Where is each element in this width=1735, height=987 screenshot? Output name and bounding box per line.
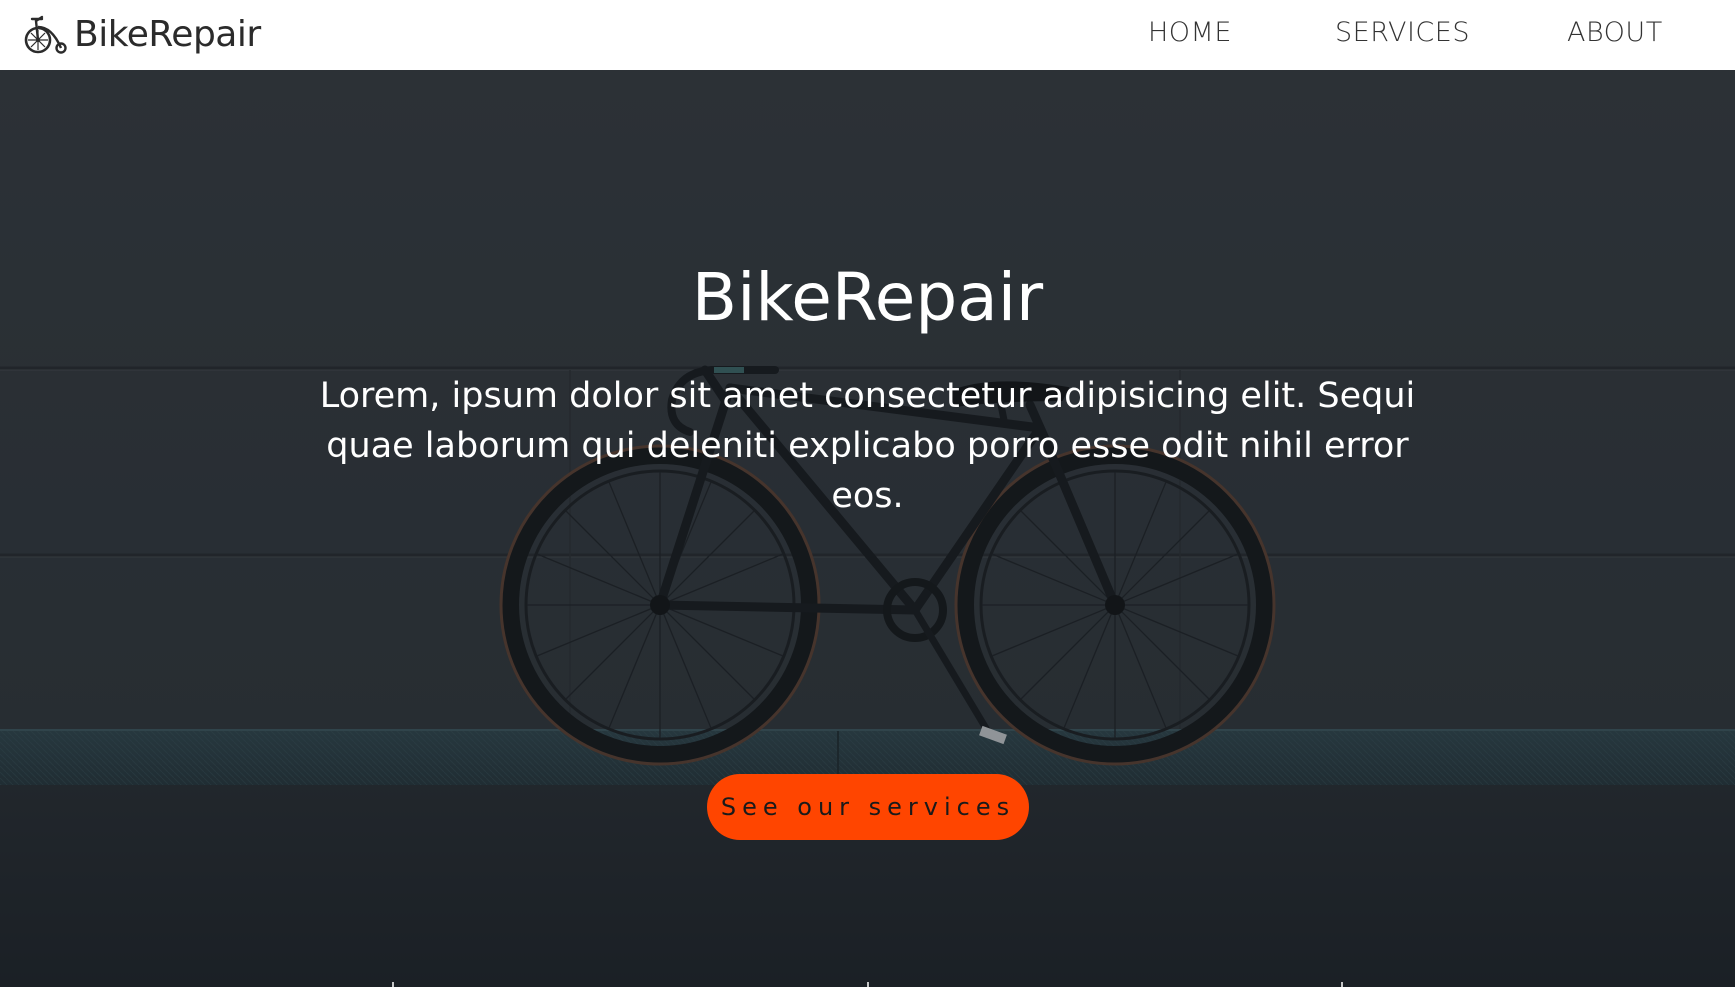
nav-link-about[interactable]: ABOUT (1567, 17, 1663, 48)
nav-link-home[interactable]: HOME (1148, 17, 1232, 48)
see-services-button[interactable]: See our services (707, 774, 1029, 840)
hero-title: BikeRepair (691, 259, 1044, 337)
nav-link-services[interactable]: SERVICES (1335, 17, 1470, 48)
penny-farthing-bicycle-icon (24, 15, 67, 54)
navbar: BikeRepair HOME SERVICES ABOUT (0, 0, 1735, 70)
brand-logo-link[interactable]: BikeRepair (22, 13, 261, 55)
brand-name: BikeRepair (74, 13, 261, 55)
hero-description: Lorem, ipsum dolor sit amet consectetur … (319, 376, 1416, 516)
hero-section: BikeRepair Lorem, ipsum dolor sit amet c… (0, 70, 1735, 987)
hero-background-image (0, 70, 1735, 987)
